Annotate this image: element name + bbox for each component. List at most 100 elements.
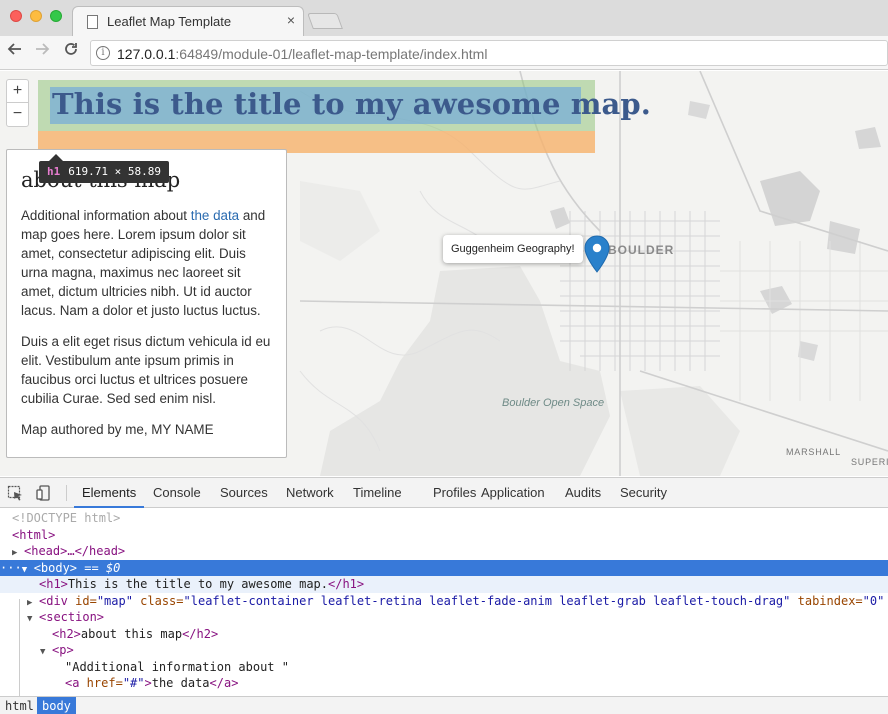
inspect-tooltip-arrow bbox=[49, 154, 63, 161]
zoom-window-button[interactable] bbox=[50, 10, 62, 22]
devtools-separator bbox=[66, 485, 67, 501]
a-close-tag: </a> bbox=[209, 676, 239, 690]
div-open-tag: <div bbox=[39, 593, 68, 608]
p1-before: Additional information about bbox=[21, 208, 191, 223]
doctype-text: <!DOCTYPE html> bbox=[12, 511, 121, 525]
tab-audits[interactable]: Audits bbox=[557, 478, 609, 508]
div-id-attr: id= bbox=[67, 593, 97, 608]
dom-tree[interactable]: <!DOCTYPE html> <html> ▶ <head>…</head> ·… bbox=[0, 509, 888, 696]
h2-close-tag: </h2> bbox=[182, 626, 219, 641]
a-href-attr: href= bbox=[79, 676, 123, 690]
dom-node-text[interactable]: "Additional information about " bbox=[0, 659, 888, 676]
a-text-node: the data bbox=[151, 676, 210, 690]
div-id-value: "map" bbox=[96, 593, 133, 608]
h1-close-tag: </h1> bbox=[328, 577, 365, 591]
tab-network[interactable]: Network bbox=[278, 478, 342, 508]
zoom-out-button[interactable]: − bbox=[7, 103, 28, 126]
new-tab-button[interactable] bbox=[307, 13, 343, 29]
info-icon[interactable]: i bbox=[96, 46, 110, 60]
div-class-value: "leaflet-container leaflet-retina leafle… bbox=[183, 593, 791, 608]
indent-guide bbox=[19, 599, 20, 696]
page-icon bbox=[87, 15, 98, 29]
text-node: "Additional information about " bbox=[65, 659, 289, 674]
ellipsis-icon[interactable]: ··· bbox=[0, 561, 22, 575]
browser-tab[interactable]: Leaflet Map Template × bbox=[72, 6, 304, 36]
tab-sources[interactable]: Sources bbox=[212, 478, 276, 508]
a-open-tag-end: > bbox=[144, 676, 152, 690]
dom-node-a[interactable]: <a href="#">the data</a> bbox=[0, 675, 888, 692]
dom-node-head[interactable]: ▶ <head>…</head> bbox=[0, 543, 888, 560]
url-path: :64849/module-01/leaflet-map-template/in… bbox=[175, 46, 488, 62]
dom-node-section[interactable]: ▼ <section> bbox=[0, 609, 888, 626]
breadcrumb-html[interactable]: html bbox=[0, 697, 39, 714]
h2-open-tag: <h2> bbox=[52, 626, 81, 641]
minimize-window-button[interactable] bbox=[30, 10, 42, 22]
info-panel: about this map Additional information ab… bbox=[6, 149, 287, 458]
map-label-open-space: Boulder Open Space bbox=[502, 397, 605, 409]
device-toolbar-icon[interactable] bbox=[36, 485, 52, 501]
dom-node-doctype[interactable]: <!DOCTYPE html> bbox=[0, 510, 888, 527]
panel-paragraph-2: Duis a elit eget risus dictum vehicula i… bbox=[21, 334, 271, 406]
breadcrumb-body[interactable]: body bbox=[37, 697, 76, 714]
zoom-in-button[interactable]: + bbox=[7, 80, 28, 103]
tab-timeline[interactable]: Timeline bbox=[345, 478, 410, 508]
dom-node-p[interactable]: ▼ <p> bbox=[0, 642, 888, 659]
dom-node-map-div[interactable]: ▶ <div id="map" class="leaflet-container … bbox=[0, 593, 888, 610]
dom-node-html[interactable]: <html> bbox=[0, 527, 888, 544]
html-tag: <html> bbox=[12, 527, 56, 542]
page-title: This is the title to my awesome map. bbox=[52, 87, 651, 121]
back-button[interactable] bbox=[5, 41, 25, 62]
close-window-button[interactable] bbox=[10, 10, 22, 22]
map-label-boulder: BOULDER bbox=[608, 243, 675, 257]
tab-title: Leaflet Map Template bbox=[107, 14, 232, 29]
map-label-superior: SUPERIOR bbox=[851, 457, 888, 467]
url-text[interactable]: 127.0.0.1:64849/module-01/leaflet-map-te… bbox=[117, 46, 487, 62]
tab-console[interactable]: Console bbox=[145, 478, 209, 508]
address-bar[interactable]: i 127.0.0.1:64849/module-01/leaflet-map-… bbox=[90, 40, 888, 66]
h1-text-node: This is the title to my awesome map. bbox=[67, 577, 328, 591]
p1-after: and map goes here. Lorem ipsum dolor sit… bbox=[21, 208, 266, 318]
inspect-element-icon[interactable] bbox=[7, 485, 23, 501]
tab-elements[interactable]: Elements bbox=[74, 478, 145, 508]
tab-security[interactable]: Security bbox=[612, 478, 675, 508]
marker-popup[interactable]: Guggenheim Geography! bbox=[443, 235, 583, 263]
body-selected-marker: == $0 bbox=[77, 560, 121, 575]
panel-paragraph-3: Map authored by me, MY NAME bbox=[21, 422, 214, 437]
reload-icon bbox=[65, 43, 77, 55]
p-tag: <p> bbox=[52, 643, 74, 657]
reload-button[interactable] bbox=[61, 41, 81, 62]
inspect-tooltip-dims: 619.71 × 58.89 bbox=[68, 165, 161, 178]
url-host: 127.0.0.1 bbox=[117, 46, 176, 62]
tab-close-icon[interactable]: × bbox=[287, 12, 295, 28]
div-tabindex-attr: tabindex= bbox=[790, 593, 863, 608]
forward-button[interactable] bbox=[32, 41, 52, 62]
arrow-right-icon bbox=[36, 43, 50, 55]
a-open-tag: <a bbox=[65, 676, 80, 690]
devtools-tab-bar: Elements Console Sources Network Timeline Pro… bbox=[0, 478, 888, 508]
h2-text-node: about this map bbox=[80, 626, 183, 641]
devtools-panel: Elements Console Sources Network Timeline Pro… bbox=[0, 477, 888, 714]
data-link[interactable]: the data bbox=[191, 208, 239, 223]
map-pin-icon bbox=[584, 235, 610, 273]
map-label-marshall: MARSHALL bbox=[786, 447, 841, 457]
section-tag: <section> bbox=[39, 610, 105, 624]
map-marker[interactable] bbox=[584, 235, 610, 276]
browser-toolbar: i 127.0.0.1:64849/module-01/leaflet-map-… bbox=[0, 36, 888, 70]
page-viewport: + − BOULDER Boulder Open Space MARSHALL … bbox=[0, 71, 888, 476]
tab-strip: Leaflet Map Template × bbox=[0, 0, 888, 36]
arrow-left-icon bbox=[7, 43, 21, 55]
popup-text: Guggenheim Geography! bbox=[451, 243, 575, 255]
panel-paragraph-1: Additional information about the data an… bbox=[21, 206, 272, 320]
div-class-attr: class= bbox=[132, 593, 184, 608]
dom-node-h1[interactable]: <h1>This is the title to my awesome map.… bbox=[0, 576, 888, 593]
div-tabindex-value: "0" bbox=[862, 593, 885, 608]
tab-application[interactable]: Application bbox=[473, 478, 553, 508]
h1-open-tag: <h1> bbox=[39, 577, 68, 591]
breadcrumb: html body bbox=[0, 696, 888, 714]
dom-node-body[interactable]: ···▼ <body> == $0 bbox=[0, 559, 888, 576]
zoom-control: + − bbox=[6, 79, 29, 127]
inspect-tooltip-tag: h1 bbox=[47, 165, 61, 178]
body-tag: <body> bbox=[33, 560, 78, 575]
dom-node-h2[interactable]: <h2>about this map</h2> bbox=[0, 626, 888, 643]
head-tag: <head>…</head> bbox=[24, 544, 126, 558]
